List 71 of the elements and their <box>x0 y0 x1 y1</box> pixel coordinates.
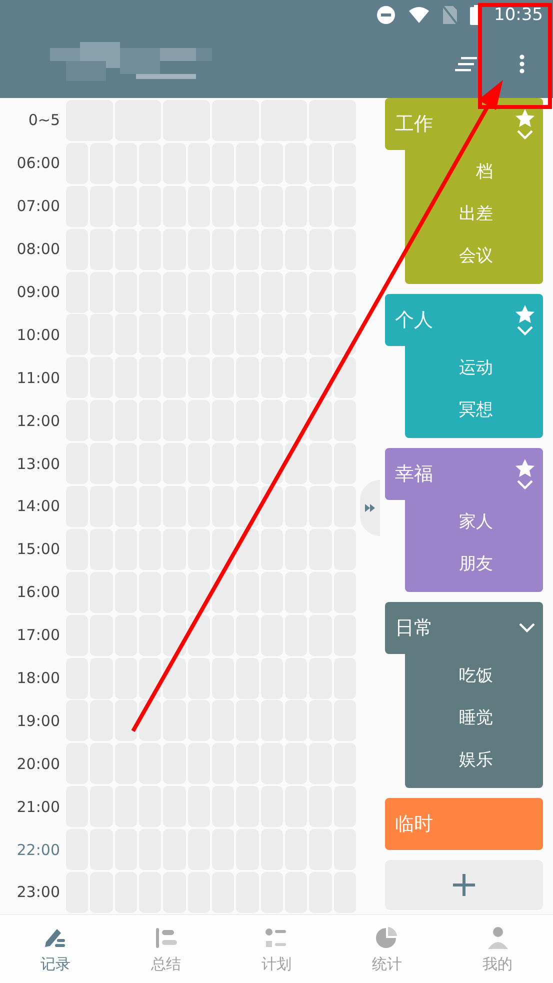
no-sim-icon <box>442 5 458 25</box>
add-category-button[interactable] <box>385 860 543 910</box>
hour-label: 13:00 <box>16 454 61 473</box>
category-header[interactable]: 幸福 <box>385 448 543 500</box>
do-not-disturb-icon <box>376 5 396 25</box>
star-icon[interactable] <box>515 304 535 324</box>
star-icon[interactable] <box>515 108 535 128</box>
hour-label: 23:00 <box>16 883 61 902</box>
plus-icon <box>452 873 476 897</box>
time-slot[interactable] <box>114 700 137 742</box>
category-name: 个人 <box>395 308 433 333</box>
hour-label: 14:00 <box>16 497 61 516</box>
hour-label: 09:00 <box>16 283 61 301</box>
hour-label: 08:00 <box>16 240 61 258</box>
category-name: 日常 <box>395 616 433 641</box>
category-name: 工作 <box>395 112 433 137</box>
chevron-down-icon[interactable] <box>519 623 535 633</box>
sort-icon <box>455 56 477 72</box>
double-arrow-icon <box>365 504 375 512</box>
nav-tab[interactable]: 统计 <box>332 915 442 983</box>
subcategory-item[interactable]: 出差 <box>405 192 543 234</box>
category-header[interactable]: 工作 <box>385 98 543 150</box>
subcategory-item[interactable]: 家人 <box>405 500 543 542</box>
chevron-down-icon[interactable] <box>517 326 533 336</box>
subcategory-item[interactable]: 朋友 <box>405 542 543 584</box>
subcategory-item[interactable]: 吃饭 <box>405 654 543 696</box>
time-slot[interactable] <box>138 658 162 699</box>
hour-label: 17:00 <box>16 626 61 644</box>
hour-label: 11:00 <box>16 368 61 387</box>
time-slot[interactable] <box>309 357 332 398</box>
hour-label: 19:00 <box>16 712 61 730</box>
chevron-down-icon[interactable] <box>517 480 533 490</box>
wifi-icon <box>408 6 430 24</box>
subcategory-item[interactable]: 会议 <box>405 234 543 276</box>
nav-tab[interactable]: 记录 <box>0 915 111 983</box>
nav-tab[interactable]: 计划 <box>221 915 332 983</box>
status-time: 10:35 <box>494 5 543 25</box>
more-vert-icon <box>519 54 525 74</box>
nav-tab[interactable]: 我的 <box>442 915 553 983</box>
time-slot[interactable] <box>334 314 356 356</box>
hour-label: 18:00 <box>16 669 61 688</box>
hour-label: 16:00 <box>16 583 61 602</box>
hour-label: 12:00 <box>16 412 61 430</box>
time-slot[interactable] <box>284 400 308 442</box>
collapse-handle[interactable] <box>360 480 380 536</box>
category-name: 幸福 <box>395 462 433 487</box>
hour-label: 22:00 <box>16 840 61 859</box>
hour-label: 20:00 <box>16 754 61 773</box>
category-header[interactable]: 日常 <box>385 602 543 654</box>
category-header[interactable]: 个人 <box>385 294 543 346</box>
subcategory-item[interactable]: 档 <box>405 150 543 192</box>
nav-tab[interactable]: 总结 <box>110 915 222 983</box>
hour-label: 21:00 <box>16 798 61 816</box>
time-slot[interactable] <box>163 614 186 656</box>
time-slot[interactable] <box>212 528 234 570</box>
time-slot[interactable] <box>236 486 259 527</box>
time-slot[interactable] <box>260 443 283 484</box>
time-slot[interactable] <box>188 572 210 613</box>
subcategory-item[interactable]: 运动 <box>405 346 543 388</box>
subcategory-item[interactable]: 娱乐 <box>405 738 543 780</box>
hour-label: 15:00 <box>16 540 61 558</box>
chevron-down-icon[interactable] <box>517 130 533 140</box>
subcategory-item[interactable]: 冥想 <box>405 388 543 430</box>
category-name: 临时 <box>395 812 433 837</box>
star-icon[interactable] <box>515 458 535 478</box>
hour-label: 10:00 <box>16 326 61 344</box>
hour-label: 0~5 <box>27 111 61 130</box>
subcategory-item[interactable]: 睡觉 <box>405 696 543 738</box>
category-header[interactable]: 临时 <box>385 798 543 850</box>
hour-label: 06:00 <box>16 154 61 172</box>
hour-label: 07:00 <box>16 197 61 216</box>
